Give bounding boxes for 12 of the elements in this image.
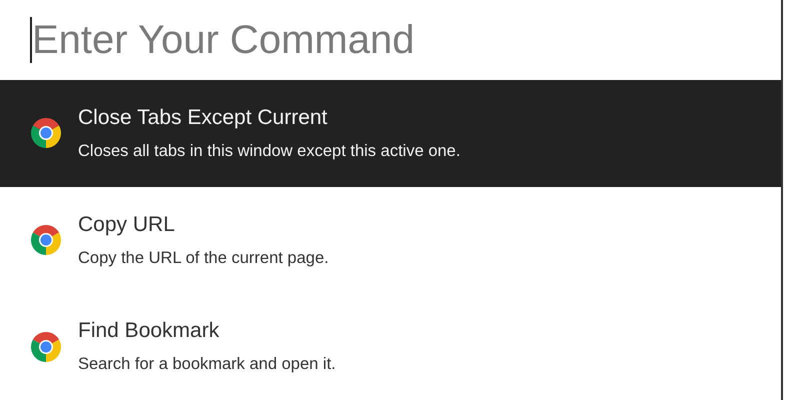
round-logo-icon xyxy=(30,117,62,150)
command-title: Copy URL xyxy=(78,212,176,236)
round-logo-icon xyxy=(30,224,62,256)
command-field[interactable]: Enter Your Command xyxy=(32,15,632,65)
command-description: Search for a bookmark and open it. xyxy=(78,355,336,374)
command-title: Find Bookmark xyxy=(78,319,220,344)
round-logo-icon xyxy=(30,330,62,363)
command-title: Close Tabs Except Current xyxy=(78,106,328,130)
command-description: Closes all tabs in this window except this active one. xyxy=(78,142,460,161)
command-item[interactable]: Close Tabs Except Current Closes all tabs in this window except this active one. xyxy=(0,80,781,187)
text-cursor xyxy=(30,17,32,63)
command-description: Copy the URL of the current page. xyxy=(78,248,329,268)
